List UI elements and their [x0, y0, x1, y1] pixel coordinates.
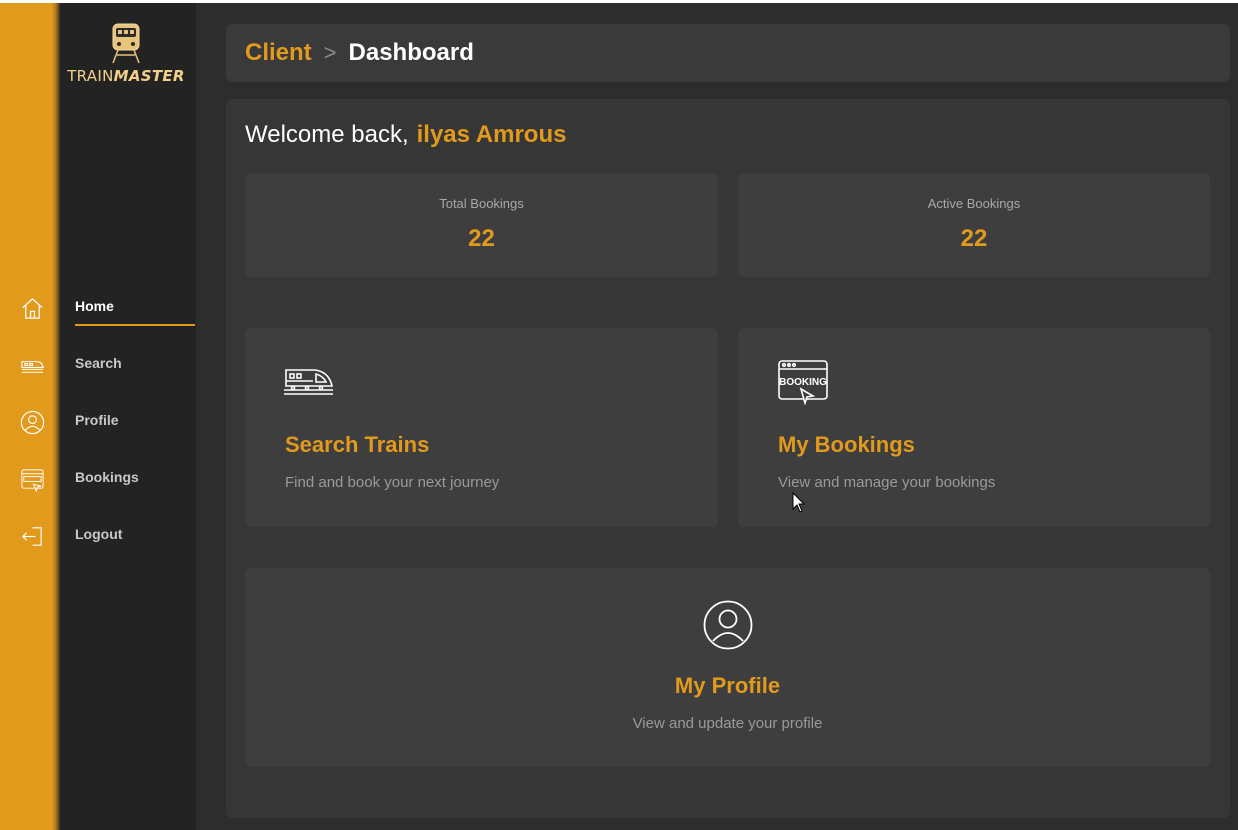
- sidebar-item-profile[interactable]: Profile: [75, 405, 195, 435]
- my-profile-card[interactable]: My Profile View and update your profile: [245, 568, 1210, 767]
- user-icon: [703, 600, 753, 650]
- mouse-cursor-icon: [792, 492, 806, 513]
- breadcrumb: Client > Dashboard: [226, 24, 1230, 82]
- train-logo-icon: [112, 23, 140, 64]
- svg-text:BOOKING: BOOKING: [779, 377, 827, 388]
- card-description: View and manage your bookings: [778, 474, 996, 491]
- page-title: Dashboard: [348, 39, 474, 66]
- search-trains-card[interactable]: Search Trains Find and book your next jo…: [245, 328, 718, 527]
- welcome-message: Welcome back, ilyas Amrous: [245, 121, 566, 149]
- stat-value: 22: [468, 225, 495, 252]
- sidebar-item-bookings[interactable]: Bookings: [75, 462, 195, 492]
- sidebar: TRAINMASTER Home Search Profile Bookings…: [60, 3, 196, 830]
- card-title: My Bookings: [778, 432, 915, 457]
- home-icon[interactable]: [19, 295, 46, 322]
- booking-icon[interactable]: [19, 466, 46, 493]
- sidebar-item-home[interactable]: Home: [75, 291, 195, 326]
- train-icon: [284, 369, 333, 395]
- card-description: Find and book your next journey: [285, 474, 500, 491]
- my-bookings-card[interactable]: BOOKING My Bookings View and manage your…: [738, 328, 1210, 527]
- breadcrumb-parent[interactable]: Client: [245, 39, 312, 67]
- trainmaster-logo: TRAINMASTER: [64, 21, 188, 91]
- user-icon[interactable]: [19, 409, 46, 436]
- dashboard-panel: Welcome back, ilyas Amrous Total Bookings…: [226, 99, 1230, 818]
- train-icon[interactable]: [19, 352, 46, 379]
- sidebar-item-logout[interactable]: Logout: [75, 519, 195, 549]
- breadcrumb-separator: >: [323, 40, 337, 65]
- stat-card-total-bookings: Total Bookings 22: [245, 173, 718, 277]
- stat-card-active-bookings: Active Bookings 22: [738, 173, 1210, 277]
- logo-text: TRAINMASTER: [67, 67, 185, 85]
- card-description: View and update your profile: [632, 715, 823, 732]
- user-name: ilyas Amrous: [416, 121, 567, 148]
- card-title: Search Trains: [285, 432, 430, 457]
- stat-label: Total Bookings: [439, 196, 524, 211]
- card-title: My Profile: [674, 673, 781, 698]
- welcome-prefix: Welcome back,: [245, 121, 409, 148]
- stat-value: 22: [960, 225, 988, 252]
- sidebar-item-search[interactable]: Search: [75, 348, 195, 378]
- stat-label: Active Bookings: [927, 196, 1021, 211]
- logout-icon[interactable]: [19, 523, 46, 550]
- icon-rail: [0, 3, 60, 830]
- booking-icon: BOOKING: [778, 360, 828, 405]
